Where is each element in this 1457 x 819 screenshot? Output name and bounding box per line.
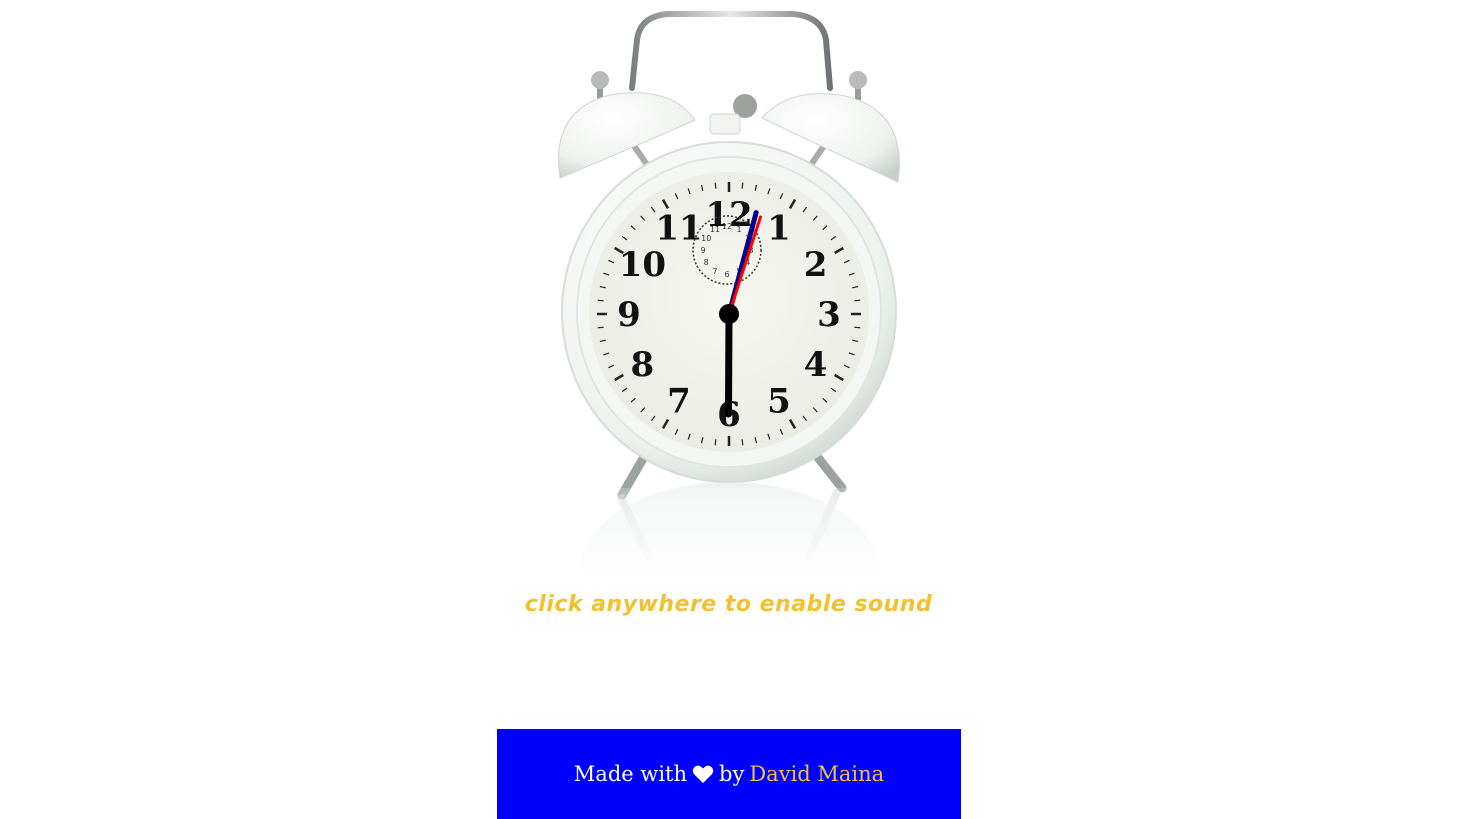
dial-tick [597, 326, 604, 329]
sub-dial-number: 11 [710, 225, 720, 234]
sub-dial-number: 6 [724, 270, 729, 279]
dial-number: 2 [804, 245, 828, 285]
enable-sound-hint[interactable]: click anywhere to enable sound [0, 592, 1457, 617]
dial-tick [714, 439, 717, 446]
dial-number: 9 [617, 295, 641, 335]
dial-number: 10 [619, 245, 666, 285]
minute-hand [724, 310, 733, 418]
sub-dial-number: 12 [722, 222, 732, 231]
page[interactable]: 121234567891011 121234567891011 click an… [0, 0, 1457, 819]
dial-number: 3 [817, 295, 841, 335]
dial-number: 5 [767, 382, 791, 422]
alarm-clock: 121234567891011 121234567891011 [540, 0, 918, 575]
sub-dial-number: 7 [712, 267, 717, 276]
heart-icon [692, 764, 714, 784]
dial-number: 7 [667, 382, 691, 422]
sub-dial-number: 10 [701, 234, 711, 243]
sub-dial-number: 9 [700, 246, 705, 255]
dial-tick [741, 439, 744, 446]
dial-number: 1 [767, 208, 791, 248]
dial-number: 11 [655, 208, 702, 248]
dial-number: 4 [804, 345, 828, 385]
footer-by: by [719, 762, 745, 786]
alarm-clock-image: 121234567891011 121234567891011 [540, 11, 918, 575]
sub-dial-number: 8 [704, 258, 709, 267]
dial-number: 8 [631, 345, 655, 385]
footer-made-with: Made with [573, 762, 688, 786]
dial-tick [597, 299, 604, 302]
footer: Made with by David Maina [497, 729, 961, 819]
dial-tick [854, 326, 861, 329]
handle [629, 11, 833, 91]
author-link[interactable]: David Maina [749, 762, 884, 786]
sub-dial-number: 1 [736, 225, 741, 234]
dial-tick [741, 182, 744, 189]
dial-tick [854, 299, 861, 302]
hand-pivot [719, 304, 739, 324]
dial-tick [714, 182, 717, 189]
